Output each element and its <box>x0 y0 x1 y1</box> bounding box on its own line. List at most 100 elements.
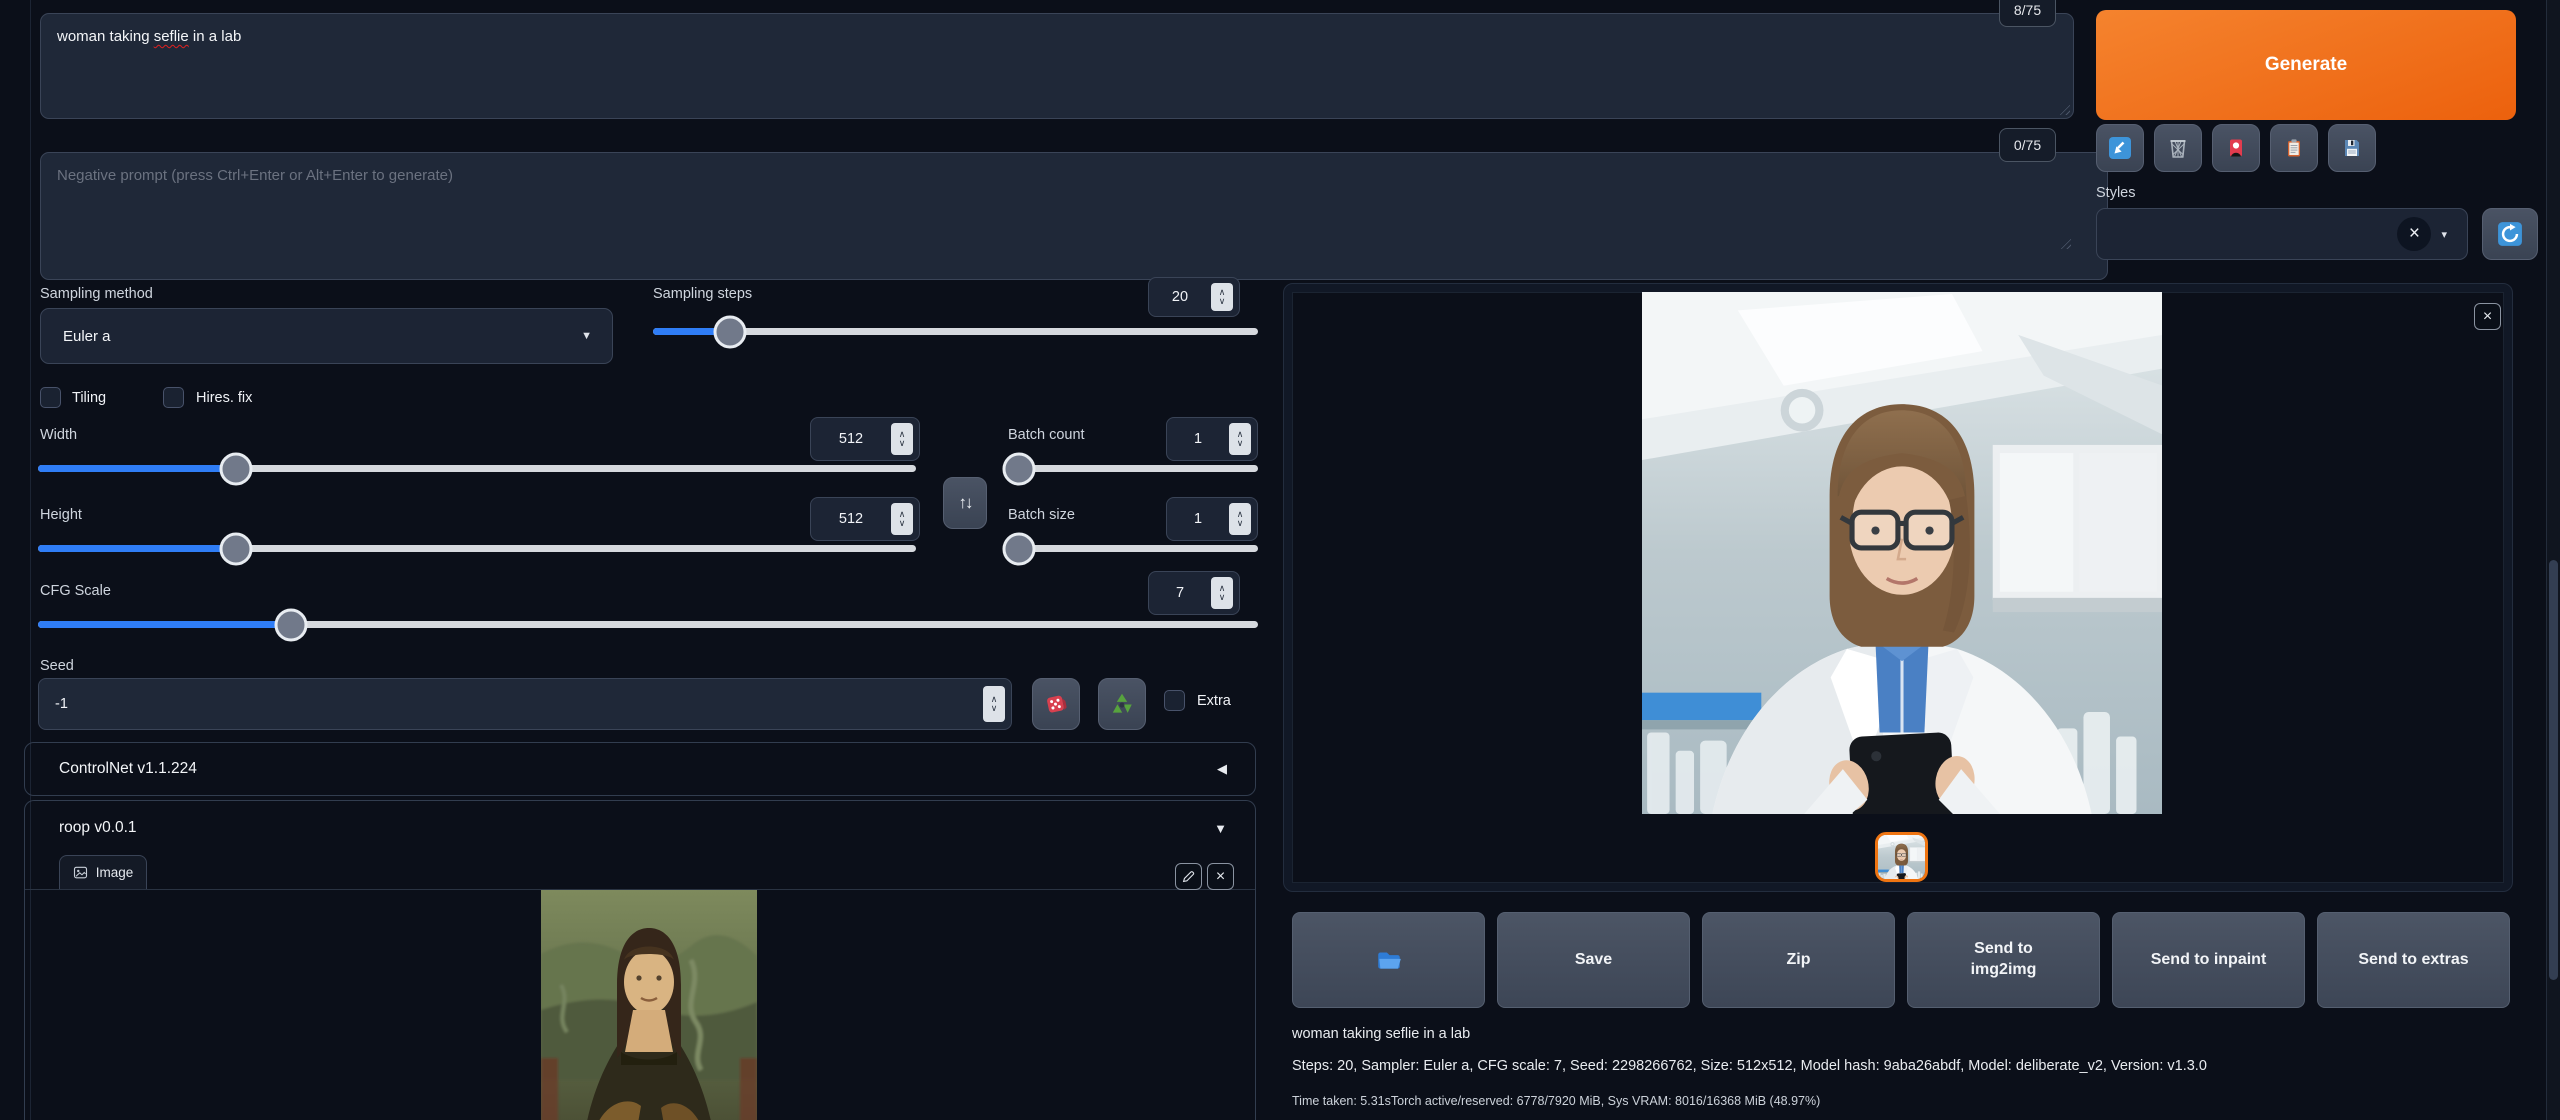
height-slider-thumb[interactable] <box>220 532 253 565</box>
sampling-steps-slider[interactable] <box>653 328 1258 335</box>
generate-button[interactable]: Generate <box>2096 10 2516 120</box>
seed-input[interactable]: -1 ∧∨ <box>38 678 1012 730</box>
tiling-checkbox[interactable] <box>40 387 61 408</box>
negative-prompt-wrap <box>40 152 2074 252</box>
hires-fix-checkbox[interactable] <box>163 387 184 408</box>
seed-spinner[interactable]: ∧∨ <box>983 686 1005 722</box>
generate-button-label: Generate <box>2265 54 2347 76</box>
width-input[interactable]: 512 ∧∨ <box>810 417 920 461</box>
send-to-img2img-button[interactable]: Send to img2img <box>1907 912 2100 1008</box>
batch-count-slider[interactable] <box>1008 465 1258 472</box>
roop-source-image[interactable] <box>541 890 757 1120</box>
stable-diffusion-webui: woman taking seflie in a lab 8/75 0/75 G… <box>0 0 2560 1120</box>
swap-width-height-button[interactable]: ↑↓ <box>943 477 987 529</box>
clear-prompt-button[interactable] <box>2154 124 2202 172</box>
prompt-input[interactable]: woman taking seflie in a lab <box>40 13 2074 119</box>
prompt-resize-handle[interactable] <box>2057 102 2070 115</box>
zip-button[interactable]: Zip <box>1702 912 1895 1008</box>
roop-accordion-header[interactable]: roop v0.0.1 ▼ <box>25 801 1255 855</box>
open-folder-button[interactable] <box>1292 912 1485 1008</box>
trash-icon <box>2166 136 2190 160</box>
generation-params-text: Steps: 20, Sampler: Euler a, CFG scale: … <box>1292 1058 2512 1074</box>
time-taken-text: Time taken: 5.31s <box>1292 1094 1391 1108</box>
sampling-steps-value: 20 <box>1149 278 1211 316</box>
flower-card-icon <box>2224 136 2248 160</box>
close-icon: × <box>2483 308 2492 326</box>
cfg-scale-slider[interactable] <box>38 621 1258 628</box>
styles-dropdown[interactable]: × ▾ <box>2096 208 2468 260</box>
roop-edit-image-button[interactable] <box>1175 863 1202 890</box>
send-to-img2img-label: Send to img2img <box>1956 939 2051 981</box>
negative-prompt-input[interactable] <box>40 152 2108 280</box>
extra-networks-button[interactable] <box>2212 124 2260 172</box>
batch-size-value: 1 <box>1167 498 1229 540</box>
roop-accordion: roop v0.0.1 ▼ Image × <box>24 800 1256 1120</box>
sampling-steps-slider-thumb[interactable] <box>714 315 747 348</box>
batch-size-slider-thumb[interactable] <box>1003 532 1036 565</box>
sampling-method-caret-icon: ▼ <box>581 330 612 342</box>
batch-count-spinner[interactable]: ∧∨ <box>1229 423 1251 455</box>
roop-clear-image-button[interactable]: × <box>1207 863 1234 890</box>
reuse-seed-button[interactable] <box>1098 678 1146 730</box>
roop-image-tab-label: Image <box>96 865 134 880</box>
width-slider-thumb[interactable] <box>220 452 253 485</box>
gallery-thumbnail-selected[interactable] <box>1875 832 1928 882</box>
batch-count-slider-thumb[interactable] <box>1003 452 1036 485</box>
width-spinner[interactable]: ∧∨ <box>891 423 913 455</box>
batch-size-input[interactable]: 1 ∧∨ <box>1166 497 1258 541</box>
batch-count-input[interactable]: 1 ∧∨ <box>1166 417 1258 461</box>
height-value: 512 <box>811 498 891 540</box>
height-spinner[interactable]: ∧∨ <box>891 503 913 535</box>
width-label: Width <box>40 427 77 443</box>
floppy-disk-icon <box>2340 136 2364 160</box>
apply-styles-button[interactable] <box>2270 124 2318 172</box>
extra-seed-checkbox[interactable] <box>1164 690 1185 711</box>
batch-size-spinner[interactable]: ∧∨ <box>1229 503 1251 535</box>
page-scrollbar[interactable] <box>2546 0 2560 1120</box>
generated-image[interactable] <box>1642 292 2162 814</box>
height-input[interactable]: 512 ∧∨ <box>810 497 920 541</box>
controlnet-title: ControlNet v1.1.224 <box>25 760 1217 778</box>
styles-caret-icon[interactable]: ▾ <box>2431 228 2467 241</box>
random-seed-button[interactable] <box>1032 678 1080 730</box>
height-label: Height <box>40 507 82 523</box>
close-gallery-button[interactable]: × <box>2474 303 2501 330</box>
sampling-method-label: Sampling method <box>40 286 153 302</box>
refresh-icon <box>2497 221 2523 247</box>
send-to-extras-button[interactable]: Send to extras <box>2317 912 2510 1008</box>
sampling-steps-input[interactable]: 20 ∧∨ <box>1148 277 1240 317</box>
extra-seed-label: Extra <box>1197 693 1231 709</box>
sampling-method-dropdown[interactable]: Euler a ▼ <box>40 308 613 364</box>
paste-generation-params-button[interactable] <box>2096 124 2144 172</box>
refresh-styles-button[interactable] <box>2482 208 2538 260</box>
batch-size-slider[interactable] <box>1008 545 1258 552</box>
controlnet-accordion-header[interactable]: ControlNet v1.1.224 ◀ <box>24 742 1256 796</box>
send-to-inpaint-button[interactable]: Send to inpaint <box>2112 912 2305 1008</box>
negative-token-counter: 0/75 <box>1999 128 2056 162</box>
width-slider[interactable] <box>38 465 916 472</box>
prompt-token-counter: 8/75 <box>1999 0 2056 27</box>
prompt-text-misspelled: seflie <box>154 28 189 45</box>
cfg-scale-input[interactable]: 7 ∧∨ <box>1148 571 1240 615</box>
prompt-text-before: woman taking <box>57 28 154 45</box>
send-to-inpaint-label: Send to inpaint <box>2151 950 2267 971</box>
height-slider[interactable] <box>38 545 916 552</box>
cfg-scale-slider-thumb[interactable] <box>274 608 307 641</box>
hires-fix-label: Hires. fix <box>196 390 252 406</box>
styles-clear-icon[interactable]: × <box>2397 217 2431 251</box>
save-button[interactable]: Save <box>1497 912 1690 1008</box>
batch-count-value: 1 <box>1167 418 1229 460</box>
save-style-button[interactable] <box>2328 124 2376 172</box>
cfg-scale-label: CFG Scale <box>40 583 111 599</box>
prompt-text-after: in a lab <box>189 28 242 45</box>
roop-image-tab[interactable]: Image <box>59 855 147 889</box>
arrow-down-left-icon <box>2108 136 2132 160</box>
vram-info-text: Torch active/reserved: 6778/7920 MiB, Sy… <box>1391 1094 1820 1108</box>
sampling-steps-spinner[interactable]: ∧∨ <box>1211 283 1233 311</box>
picture-icon <box>73 865 88 880</box>
page-scrollbar-thumb[interactable] <box>2549 560 2558 980</box>
seed-label: Seed <box>40 658 74 674</box>
zip-button-label: Zip <box>1787 950 1811 971</box>
controlnet-collapsed-arrow-icon: ◀ <box>1217 761 1255 777</box>
cfg-scale-spinner[interactable]: ∧∨ <box>1211 577 1233 609</box>
